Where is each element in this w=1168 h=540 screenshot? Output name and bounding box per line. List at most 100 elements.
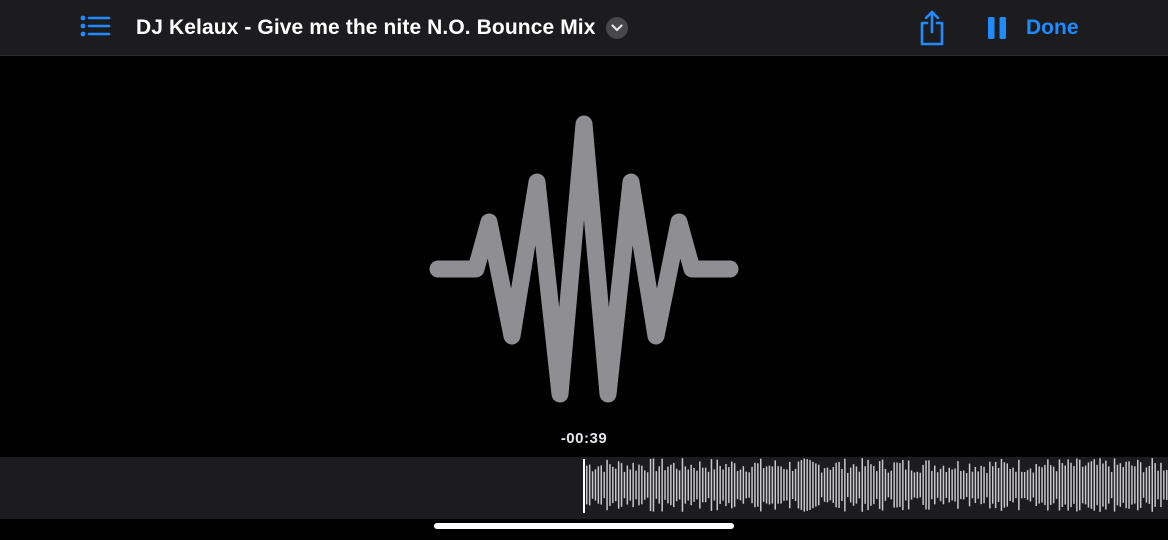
waveform-bar <box>789 461 791 509</box>
waveform-bar <box>632 462 634 508</box>
waveform-scrubber[interactable] <box>0 457 1168 519</box>
waveform-bar <box>1087 462 1090 508</box>
waveform-bar <box>771 466 774 504</box>
waveform-bar <box>690 464 692 506</box>
waveform-bar <box>1102 463 1104 507</box>
waveform-bar <box>1067 459 1069 511</box>
share-icon <box>920 10 944 46</box>
waveform-bar <box>1026 470 1029 500</box>
top-toolbar: DJ Kelaux - Give me the nite N.O. Bounce… <box>0 0 1168 56</box>
waveform-bar <box>1125 461 1127 509</box>
waveform-bar <box>844 458 846 512</box>
waveform-bar <box>635 470 637 500</box>
waveform-bar <box>765 466 768 504</box>
waveform-bar <box>658 466 660 504</box>
waveform-bar <box>768 465 771 505</box>
waveform-bar <box>1113 458 1116 512</box>
waveform-bar <box>858 471 861 499</box>
playlist-button[interactable] <box>78 12 114 44</box>
waveform-bar <box>620 463 623 507</box>
waveform-bar <box>1108 466 1110 504</box>
waveform-bar <box>687 469 689 501</box>
waveform-bar <box>748 472 750 498</box>
waveform-bar <box>652 458 655 512</box>
waveform-bar <box>925 460 927 510</box>
waveform-bar <box>629 469 631 501</box>
waveform-bar <box>762 468 765 502</box>
pause-button[interactable] <box>980 12 1014 44</box>
waveform-bar <box>1148 466 1151 504</box>
waveform-bar <box>887 472 890 498</box>
waveform-bar <box>997 467 1000 502</box>
waveform-bar <box>986 472 988 498</box>
waveform-bar <box>638 464 640 506</box>
waveform-bar <box>1006 463 1008 507</box>
waveform-bar <box>1079 459 1081 511</box>
waveform-bar <box>818 464 820 506</box>
waveform-bar <box>806 459 808 511</box>
waveform-bar <box>841 469 843 501</box>
waveform-bar <box>1047 459 1049 511</box>
waveform-bar <box>916 471 919 499</box>
waveform-bar <box>1131 465 1133 505</box>
waveform-bar <box>716 459 718 511</box>
waveform-bar <box>783 469 785 501</box>
waveform-bar <box>707 471 710 499</box>
playhead[interactable] <box>583 459 585 513</box>
waveform-bar <box>699 461 701 509</box>
waveform-bar <box>971 471 974 499</box>
waveform-bar <box>588 464 591 506</box>
waveform-bar <box>655 471 658 499</box>
waveform-bar <box>852 464 855 506</box>
audio-player-screen: DJ Kelaux - Give me the nite N.O. Bounce… <box>0 0 1168 540</box>
waveform-bar <box>876 471 878 499</box>
track-title-menu[interactable]: DJ Kelaux - Give me the nite N.O. Bounce… <box>136 10 628 46</box>
waveform-bar <box>878 461 881 509</box>
done-button[interactable]: Done <box>1026 12 1079 44</box>
waveform-bar <box>994 461 997 509</box>
waveform-bar <box>977 471 979 499</box>
waveform-bar <box>1009 469 1011 501</box>
waveform-bar <box>664 470 666 500</box>
waveform-bar <box>1084 465 1087 505</box>
waveform-bar <box>934 465 936 505</box>
waveform-bar <box>751 466 753 504</box>
waveform-bar <box>1073 466 1075 504</box>
waveform-bar <box>1061 463 1064 507</box>
waveform-bar <box>849 467 852 503</box>
waveform-bar <box>612 466 614 504</box>
waveform-bar <box>600 465 602 505</box>
waveform-bar <box>1137 459 1139 511</box>
waveform-bar <box>780 466 782 504</box>
waveform-bar <box>1090 461 1093 509</box>
share-button[interactable] <box>912 8 952 48</box>
home-indicator <box>434 523 734 529</box>
waveform-bar <box>910 470 913 500</box>
waveform-bar <box>725 464 727 507</box>
waveform-bar <box>1029 468 1032 502</box>
waveform-bar <box>954 468 956 502</box>
waveform-bar <box>693 468 695 502</box>
waveform-bar <box>1119 463 1122 507</box>
remaining-time: -00:39 <box>560 430 608 447</box>
waveform-bar <box>974 466 977 503</box>
waveform-bar <box>838 461 840 508</box>
waveform-bar <box>1142 472 1145 498</box>
waveform-bar <box>791 471 794 499</box>
waveform-bar <box>847 472 849 498</box>
waveform-bar <box>1157 470 1159 500</box>
waveform-bar <box>1064 465 1066 505</box>
waveform-bar <box>649 458 652 512</box>
waveform-bar <box>757 463 759 507</box>
waveform-bar <box>681 458 684 512</box>
waveform-bar <box>742 466 745 504</box>
waveform-bar <box>722 469 724 501</box>
waveform-bar <box>644 470 646 500</box>
waveform-bar <box>931 470 933 500</box>
waveform-bar <box>812 461 814 509</box>
waveform-bar <box>1081 466 1084 504</box>
waveform-bar <box>823 468 826 502</box>
list-bullet-icon <box>80 15 111 41</box>
waveform-bar <box>1105 460 1107 510</box>
waveform-bar <box>719 465 721 504</box>
